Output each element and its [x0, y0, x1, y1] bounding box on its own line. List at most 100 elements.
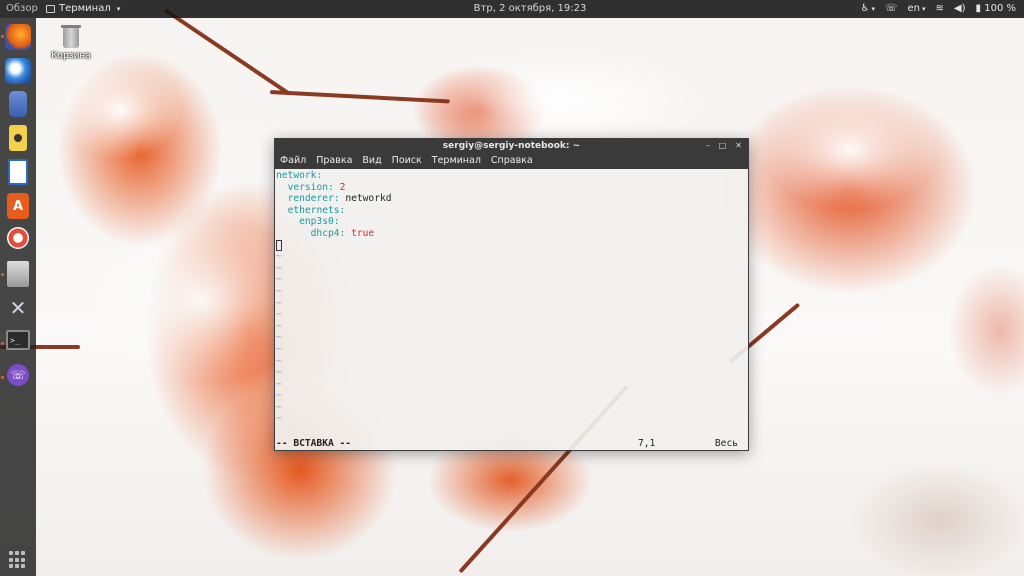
code-line: network:: [276, 170, 748, 182]
running-indicator: [1, 342, 4, 345]
cursor-line: [276, 239, 748, 252]
clock[interactable]: Втр, 2 октября, 19:23: [470, 0, 590, 18]
grid-dot: [15, 564, 19, 569]
tilde-line: ~: [276, 309, 282, 321]
code-line: ethernets:: [276, 205, 748, 217]
tilde-line: ~: [276, 378, 282, 390]
empty-buffer-lines: ~ ~ ~ ~ ~ ~ ~ ~ ~ ~ ~ ~ ~ ~ ~: [276, 251, 748, 425]
tilde-line: ~: [276, 285, 282, 297]
thunderbird-icon[interactable]: [5, 58, 31, 84]
yaml-key: enp3s0:: [299, 216, 340, 228]
accessibility-menu[interactable]: ♿ ▾: [861, 0, 875, 18]
code-line: enp3s0:: [276, 216, 748, 228]
yaml-key: ethernets:: [287, 204, 346, 216]
viber-icon[interactable]: ☏: [7, 364, 29, 386]
code-line: renderer: networkd: [276, 193, 748, 205]
vim-statusline: -- ВСТАВКА -- 7,1 Весь: [275, 437, 748, 450]
menu-search[interactable]: Поиск: [392, 153, 422, 169]
terminal-window[interactable]: sergiy@sergiy-notebook: ~ – □ ✕ Файл Пра…: [274, 138, 749, 451]
files-icon[interactable]: [9, 91, 27, 117]
yaml-key: dhcp4:: [310, 227, 346, 239]
rhythmbox-icon[interactable]: [9, 125, 27, 151]
battery-indicator[interactable]: ▮ 100 %: [976, 0, 1016, 18]
system-settings-icon[interactable]: [7, 261, 29, 287]
vim-mode: -- ВСТАВКА --: [276, 438, 352, 449]
grid-dot: [9, 564, 13, 569]
tilde-line: ~: [276, 297, 282, 309]
desktop-trash[interactable]: Корзина: [50, 25, 92, 61]
running-indicator: [1, 376, 4, 379]
menu-edit[interactable]: Правка: [316, 153, 352, 169]
scroll-position: Весь: [714, 438, 738, 449]
software-center-icon[interactable]: A: [7, 193, 29, 219]
menu-terminal[interactable]: Терминал: [432, 153, 481, 169]
tilde-line: ~: [276, 320, 282, 332]
terminal-menubar: Файл Правка Вид Поиск Терминал Справка: [275, 153, 748, 169]
help-icon[interactable]: [7, 227, 29, 249]
battery-percent: 100 %: [984, 3, 1016, 14]
tilde-line: ~: [276, 413, 282, 425]
activities-button[interactable]: Обзор: [6, 0, 38, 18]
minimize-icon[interactable]: –: [706, 139, 710, 153]
wifi-icon[interactable]: ≋: [936, 0, 944, 18]
terminal-app-icon: [46, 5, 55, 13]
libreoffice-writer-icon[interactable]: [8, 159, 28, 185]
grid-dot: [15, 557, 19, 562]
grid-dot: [21, 564, 25, 569]
running-indicator: [1, 273, 4, 276]
menu-file[interactable]: Файл: [280, 153, 306, 169]
trash-label: Корзина: [51, 51, 91, 61]
chevron-down-icon: ▾: [922, 5, 926, 13]
yaml-value: networkd: [345, 193, 392, 205]
window-titlebar[interactable]: sergiy@sergiy-notebook: ~ – □ ✕: [275, 139, 748, 153]
tilde-line: ~: [276, 332, 282, 344]
grid-dot: [21, 557, 25, 562]
menu-help[interactable]: Справка: [491, 153, 533, 169]
chevron-down-icon: ▾: [116, 5, 121, 13]
tilde-line: ~: [276, 401, 282, 413]
language-label: en: [907, 3, 921, 14]
chevron-down-icon: ▾: [871, 5, 875, 13]
system-tray: ♿ ▾ ☏ en ▾ ≋ ◀) ▮ 100 %: [861, 0, 1016, 18]
tilde-line: ~: [276, 262, 282, 274]
yaml-value: true: [351, 227, 375, 239]
grid-dot: [21, 551, 25, 555]
close-icon[interactable]: ✕: [735, 139, 742, 153]
tilde-line: ~: [276, 390, 282, 402]
menu-view[interactable]: Вид: [362, 153, 381, 169]
show-applications-button[interactable]: [9, 551, 27, 569]
app-menu-button[interactable]: Терминал ▾: [46, 0, 120, 18]
grid-dot: [9, 551, 13, 555]
tilde-line: ~: [276, 355, 282, 367]
viber-tray-icon[interactable]: ☏: [885, 0, 898, 18]
window-title: sergiy@sergiy-notebook: ~: [442, 141, 581, 151]
terminal-icon[interactable]: >_: [6, 330, 30, 350]
terminal-content[interactable]: network: version: 2 renderer: networkd e…: [275, 170, 748, 452]
wallpaper-branch: [269, 90, 450, 104]
top-bar: Обзор Терминал ▾ Втр, 2 октября, 19:23 ♿…: [0, 0, 1024, 18]
maximize-icon[interactable]: □: [719, 139, 727, 153]
code-line: dhcp4: true: [276, 228, 748, 240]
tilde-line: ~: [276, 251, 282, 263]
tilde-line: ~: [276, 367, 282, 379]
accessibility-icon: ♿: [860, 3, 870, 14]
tilde-line: ~: [276, 274, 282, 286]
code-line: version: 2: [276, 182, 748, 194]
tilde-line: ~: [276, 343, 282, 355]
grid-dot: [9, 557, 13, 562]
text-cursor: [276, 239, 282, 251]
firefox-icon[interactable]: [5, 24, 31, 50]
dock: A ✕ >_ ☏: [0, 18, 36, 576]
yaml-value: 2: [339, 181, 346, 193]
language-menu[interactable]: en ▾: [908, 0, 926, 18]
tools-icon[interactable]: ✕: [5, 295, 31, 321]
app-menu-label: Терминал: [59, 3, 111, 14]
volume-icon[interactable]: ◀): [954, 0, 966, 18]
wallpaper-branch: [163, 8, 291, 96]
running-indicator: [1, 35, 4, 38]
